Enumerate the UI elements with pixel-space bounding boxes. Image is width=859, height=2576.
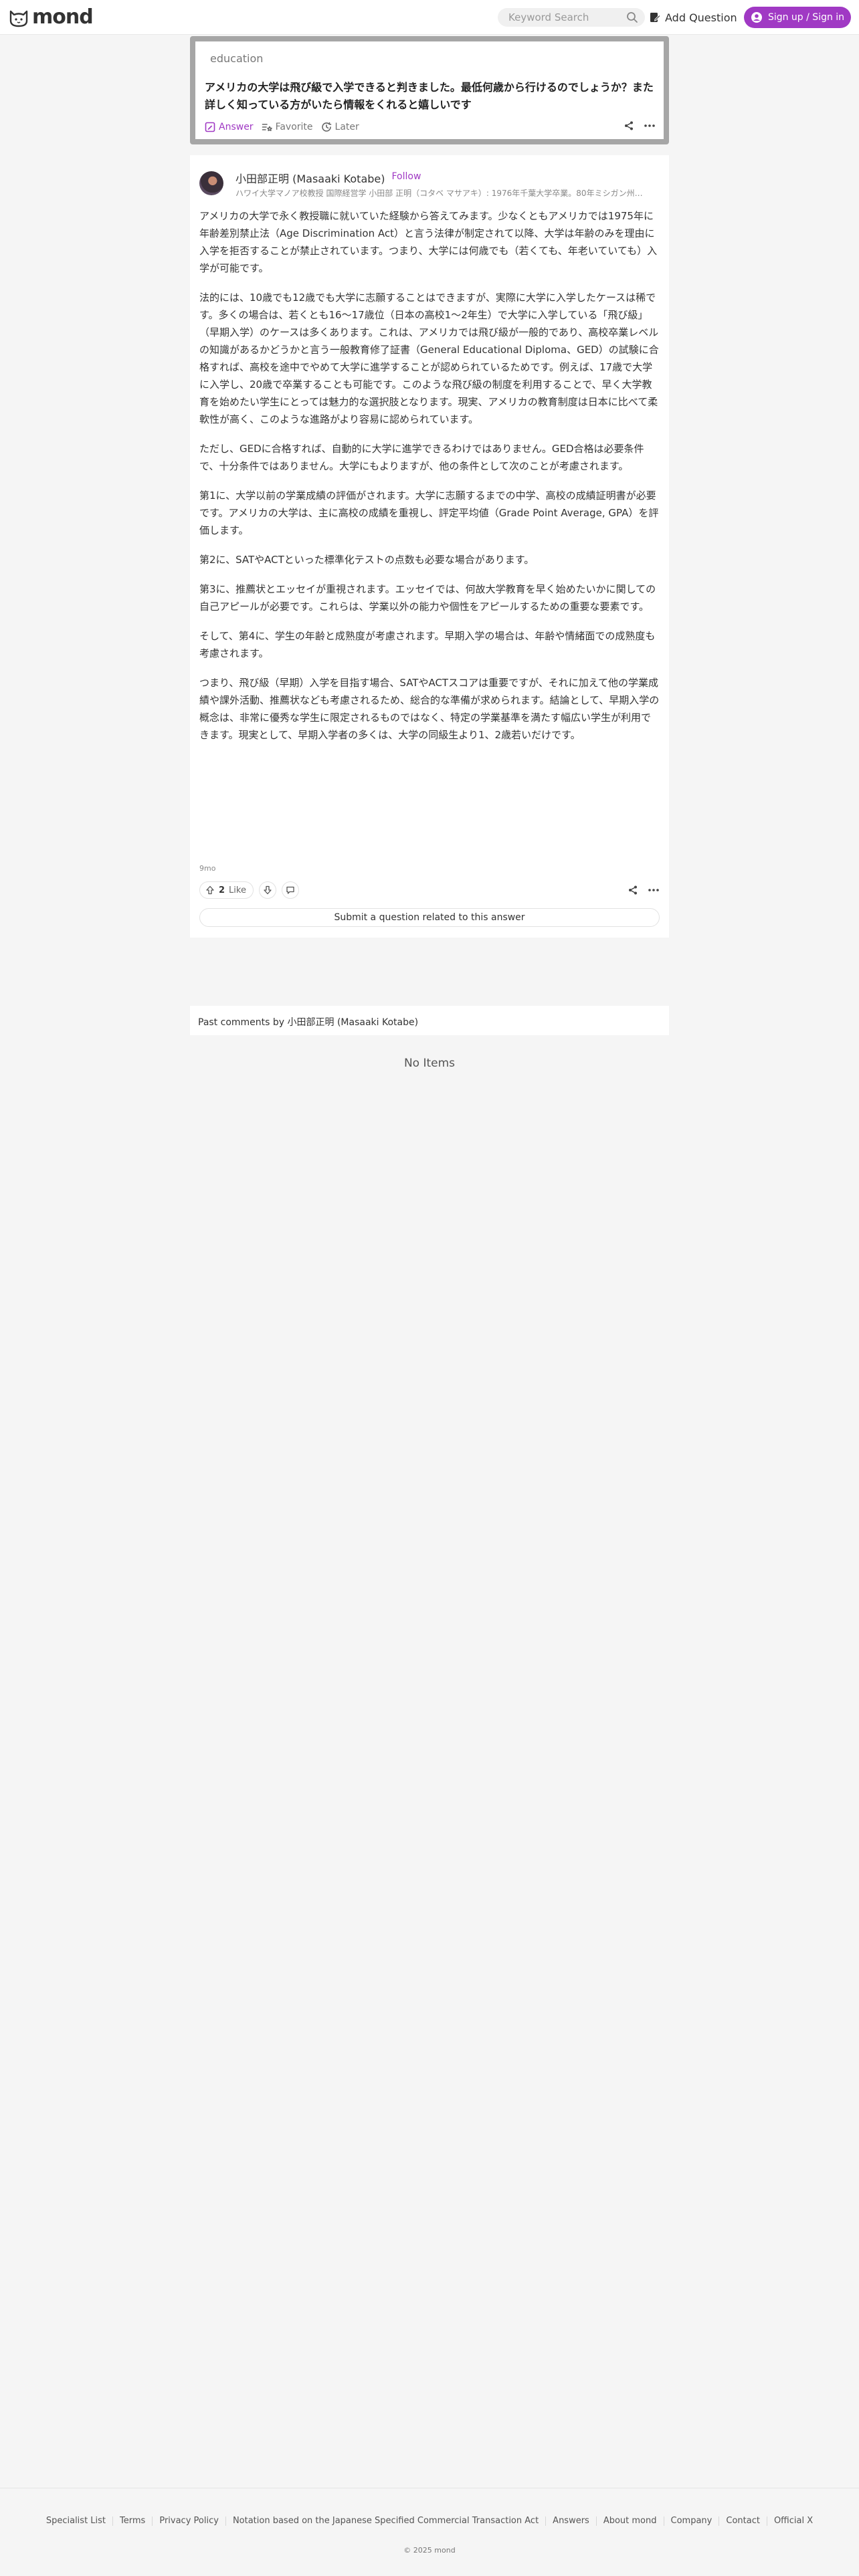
search-icon[interactable] (626, 11, 638, 23)
answer-action-bar: 2 Like (199, 881, 660, 899)
comment-button[interactable] (281, 881, 299, 899)
answer-icon (205, 122, 215, 132)
category-tag[interactable]: education (210, 52, 263, 65)
sign-in-button[interactable]: Sign up / Sign in (744, 7, 851, 28)
favorite-label: Favorite (275, 122, 313, 132)
add-question-label: Add Question (665, 11, 737, 24)
footer-link-contact[interactable]: Contact (719, 2516, 767, 2526)
later-label: Later (335, 122, 359, 132)
sign-in-label: Sign up / Sign in (767, 12, 845, 23)
empty-state-text: No Items (403, 1057, 456, 1070)
edit-note-icon (650, 13, 661, 22)
author-name[interactable]: 小田部正明 (Masaaki Kotabe) (235, 170, 385, 186)
question-card: education アメリカの大学は飛び級で入学できると判きました。最低何歳から… (190, 36, 669, 144)
answer-timestamp: 9mo (199, 864, 216, 873)
later-clock-icon (321, 122, 331, 132)
account-icon (751, 12, 762, 23)
answer-paragraph: 法的には、10歳でも12歳でも大学に志願することはできますが、実際に大学に入学し… (199, 292, 659, 425)
answer-button[interactable]: Answer (205, 122, 254, 132)
question-title: アメリカの大学は飛び級で入学できると判きました。最低何歳から行けるのでしょうか？… (205, 81, 654, 111)
like-label: Like (229, 885, 246, 895)
mond-logo[interactable]: mond (8, 5, 94, 29)
author-avatar[interactable] (199, 171, 223, 195)
answer-paragraph: 第2に、SATやACTといった標準化テストの点数も必要な場合があります。 (199, 554, 535, 566)
more-options-icon[interactable] (648, 885, 660, 895)
copyright-text: © 2025 mond (403, 2546, 456, 2555)
favorite-button[interactable]: Favorite (262, 122, 313, 132)
footer-link-specialist-list[interactable]: Specialist List (39, 2516, 112, 2526)
question-extra-actions (624, 120, 656, 131)
favorite-list-icon (262, 124, 272, 132)
answer-paragraph: アメリカの大学で永く教授職に就いていた経験から答えてみます。少なくともアメリカで… (199, 210, 658, 274)
past-comments-header: Past comments by 小田部正明 (Masaaki Kotabe) (190, 1006, 669, 1035)
add-question-button[interactable]: Add Question (649, 8, 737, 27)
thumbs-down-icon (264, 885, 272, 895)
share-icon[interactable] (624, 120, 634, 131)
answer-paragraph: つまり、飛び級（早期）入学を目指す場合、SATやACTスコアは重要ですが、それに… (199, 677, 660, 741)
answer-card: 小田部正明 (Masaaki Kotabe) Follow ハワイ大学マノア校教… (190, 155, 669, 938)
answer-body: アメリカの大学で永く教授職に就いていた経験から答えてみます。少なくともアメリカで… (199, 207, 660, 756)
footer-link-official-x[interactable]: Official X (766, 2516, 820, 2526)
footer-link-answers[interactable]: Answers (545, 2516, 596, 2526)
footer: Specialist List Terms Privacy Policy Not… (0, 2488, 859, 2576)
dislike-button[interactable] (258, 881, 276, 899)
keyword-search[interactable] (498, 8, 645, 27)
answer-paragraph: 第1に、大学以前の学業成績の評価がされます。大学に志願するまでの中学、高校の成績… (199, 490, 659, 536)
answer-label: Answer (219, 122, 254, 132)
thumbs-up-icon (206, 885, 214, 895)
question-actions: Answer Favorite Later (205, 122, 359, 132)
later-button[interactable]: Later (321, 122, 359, 132)
footer-link-privacy-policy[interactable]: Privacy Policy (152, 2516, 225, 2526)
answer-paragraph: ただし、GEDに合格すれば、自動的に大学に進学できるわけではありません。GED合… (199, 443, 644, 472)
logo-text: mond (32, 5, 94, 29)
like-button[interactable]: 2 Like (199, 881, 254, 899)
footer-link-terms[interactable]: Terms (112, 2516, 152, 2526)
submit-related-question-button[interactable]: Submit a question related to this answer (199, 908, 660, 927)
cat-logo-icon (9, 10, 28, 27)
comment-icon (286, 886, 294, 894)
follow-button[interactable]: Follow (392, 170, 421, 186)
footer-link-commercial-notation[interactable]: Notation based on the Japanese Specified… (225, 2516, 545, 2526)
search-input[interactable] (508, 11, 615, 23)
footer-links: Specialist List Terms Privacy Policy Not… (0, 2516, 859, 2526)
top-navigation-bar: mond Add Question Sign up / Sign in (0, 0, 859, 35)
more-options-icon[interactable] (644, 120, 656, 131)
author-header: 小田部正明 (Masaaki Kotabe) Follow (235, 170, 421, 186)
like-count: 2 (219, 885, 225, 895)
answer-extra-actions (628, 885, 660, 895)
past-comments-title: Past comments by 小田部正明 (Masaaki Kotabe) (198, 1017, 419, 1028)
footer-link-company[interactable]: Company (663, 2516, 719, 2526)
author-bio: ハワイ大学マノア校教授 国際経営学 小田部 正明（コタベ マサアキ）: 1976… (235, 189, 650, 198)
share-icon[interactable] (628, 885, 638, 895)
answer-paragraph: そして、第4に、学生の年齢と成熟度が考慮されます。早期入学の場合は、年齢や情緒面… (199, 630, 656, 659)
answer-paragraph: 第3に、推薦状とエッセイが重視されます。エッセイでは、何故大学教育を早く始めたい… (199, 583, 656, 613)
footer-link-about[interactable]: About mond (595, 2516, 664, 2526)
